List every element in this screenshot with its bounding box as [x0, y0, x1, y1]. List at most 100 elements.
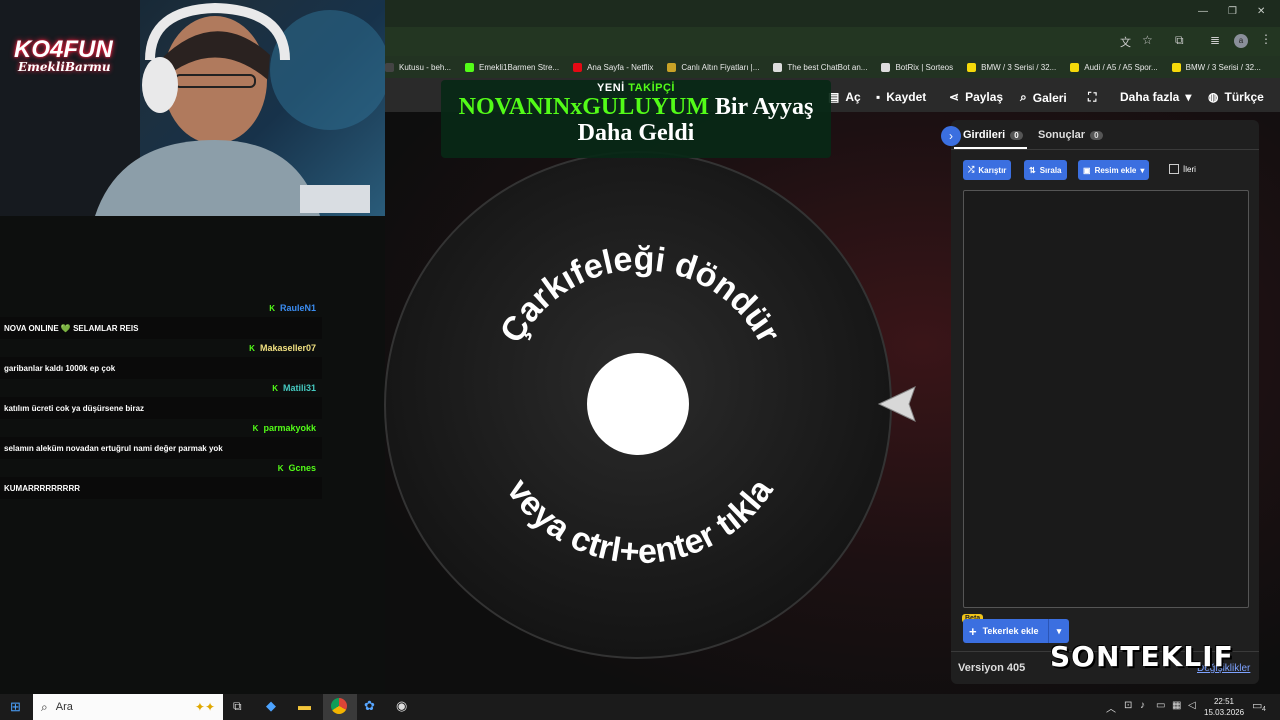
tabs-divider: [951, 149, 1259, 150]
s-icon: [967, 62, 977, 72]
alert-header-accent: TAKİPÇİ: [628, 82, 675, 94]
checkbox-box[interactable]: [1169, 164, 1179, 174]
save-icon: ▪: [876, 90, 881, 104]
profile-avatar[interactable]: a: [1234, 34, 1248, 48]
app-icon-1[interactable]: ◆: [266, 698, 276, 714]
chat-username: Makaseller07: [259, 343, 316, 353]
volume-icon[interactable]: ◁: [1188, 700, 1196, 711]
taskbar-search[interactable]: ⌕ Ara ✦✦: [33, 694, 223, 720]
microphone-icon[interactable]: ♪: [1140, 700, 1145, 711]
media-icon[interactable]: ≣: [1210, 33, 1220, 47]
chatbot-icon: [773, 62, 783, 72]
channel-logo-subtitle: EmekliBarmu: [18, 60, 111, 74]
collapse-panel-button[interactable]: ›: [941, 126, 961, 146]
bookmark-item[interactable]: Kutusu - beh...: [385, 62, 452, 72]
gallery-button[interactable]: ⌕ Galeri: [1020, 90, 1067, 105]
sort-icon: ⇅: [1029, 165, 1036, 175]
kick-icon: K: [277, 463, 284, 473]
chat-username-row: Kparmakyokk: [0, 419, 322, 437]
tab-entries[interactable]: Girdileri 0: [963, 129, 1023, 141]
alert-header: YENİ: [597, 82, 625, 94]
plus-icon: +: [969, 623, 977, 639]
fullscreen-button[interactable]: ⛶: [1088, 90, 1096, 105]
alert-follower-name: NOVANINxGULUYUM: [458, 94, 709, 120]
sort-button[interactable]: ⇅ Sırala: [1024, 160, 1067, 180]
bookmark-label: The best ChatBot an...: [787, 62, 868, 72]
bookmark-item[interactable]: Ana Sayfa - Netflix: [573, 62, 653, 72]
gold-icon: [667, 62, 677, 72]
more-menu-button[interactable]: Daha fazla ▾: [1120, 90, 1191, 104]
entries-panel: › Girdileri 0 Sonuçlar 0 ⤮ Karıştır ⇅ Sıra…: [941, 120, 1259, 684]
s-icon: [1171, 62, 1181, 72]
shuffle-icon: ⤮: [968, 165, 975, 174]
language-select[interactable]: ◍ Türkçe: [1208, 90, 1264, 104]
share-button[interactable]: ⋖ Paylaş: [949, 90, 1003, 104]
kick-icon: K: [272, 383, 278, 393]
file-explorer-icon[interactable]: ▬: [298, 698, 311, 713]
alert-text-line1: Bir Ayyaş: [714, 94, 814, 120]
bookmark-label: Kutusu - beh...: [399, 62, 452, 72]
chat-message: garibanlar kaldı 1000k ep çok: [0, 357, 322, 379]
bookmark-label: Audi / A5 / A5 Spor...: [1084, 62, 1158, 72]
bookmark-label: BMW / 3 Serisi / 32...: [981, 62, 1057, 72]
share-icon: ⋖: [949, 90, 960, 104]
maximize-icon[interactable]: ❐: [1228, 6, 1237, 17]
chat-message: katılım ücreti cok ya düşürsene biraz: [0, 397, 322, 419]
alert-text-line2: Daha Geldi: [577, 120, 695, 146]
chrome-icon[interactable]: [331, 698, 347, 714]
tab-results[interactable]: Sonuçlar 0: [1038, 129, 1103, 141]
kebab-menu-icon[interactable]: ⋮: [1260, 32, 1272, 46]
kick-icon: [465, 62, 475, 72]
chat-username-row: K RauleN1: [0, 299, 322, 317]
add-image-button[interactable]: ▣ Resim ekle ▾: [1078, 160, 1150, 180]
botrix-icon: [881, 62, 891, 72]
kick-icon: K: [252, 423, 259, 433]
chat-username: RauleN1: [279, 303, 316, 313]
bookmark-item[interactable]: BMW / 3 Serisi / 32...: [967, 62, 1057, 72]
bookmark-item[interactable]: Emekli1Barmen Stre...: [465, 62, 559, 72]
image-icon: ▣: [1083, 165, 1091, 175]
bookmark-item[interactable]: BotRix | Sorteos: [881, 62, 953, 72]
chat-username-row: K Matili31: [0, 379, 322, 397]
bookmark-item[interactable]: Audi / A5 / A5 Spor...: [1070, 62, 1158, 72]
search-icon: ⌕: [1020, 90, 1027, 104]
tray-icon-2[interactable]: ▭: [1156, 700, 1165, 711]
webcam-scene: [0, 0, 385, 216]
bookmarks-bar: Kutusu - beh... Emekli1Barmen Stre... Ana …: [385, 56, 1280, 78]
spin-wheel[interactable]: Çarkıfeleği döndür veya ctrl+enter tıkla: [380, 150, 900, 670]
bookmark-item[interactable]: The best ChatBot an...: [773, 62, 868, 72]
obs-icon[interactable]: ◉: [396, 698, 407, 714]
chat-username-row: K Gcnes: [0, 459, 322, 477]
extensions-icon[interactable]: ⧉: [1175, 33, 1184, 48]
tray-chevron-icon[interactable]: ︿: [1106, 700, 1116, 715]
app-icon-2[interactable]: ✿: [364, 698, 375, 714]
clock[interactable]: 22:51 15.03.2026: [1204, 696, 1244, 718]
entries-textarea[interactable]: [963, 190, 1249, 608]
notifications-icon[interactable]: ▭: [1252, 699, 1262, 712]
open-button[interactable]: ▤ Aç: [828, 90, 861, 104]
close-icon[interactable]: ✕: [1257, 6, 1265, 17]
search-icon: ⌕: [41, 699, 48, 714]
search-placeholder: Ara: [55, 701, 73, 713]
bookmark-star-icon[interactable]: ☆: [1142, 33, 1153, 47]
save-button[interactable]: ▪ Kaydet: [876, 90, 926, 104]
chat-message: NOVA ONLINE 💚 SELAMLAR REIS: [0, 317, 322, 339]
tray-icon-1[interactable]: ⊡: [1124, 700, 1132, 711]
kick-icon: K: [269, 303, 275, 313]
translate-icon[interactable]: ⽂: [1120, 34, 1131, 50]
network-icon[interactable]: ▦: [1172, 700, 1181, 711]
s-icon: [1070, 62, 1080, 72]
fullscreen-icon: ⛶: [1088, 90, 1097, 104]
bookmark-label: Canlı Altın Fiyatları |...: [681, 62, 760, 72]
shuffle-button[interactable]: ⤮ Karıştır: [963, 160, 1012, 180]
bookmark-item[interactable]: BMW / 3 Serisi / 32...: [1171, 62, 1261, 72]
task-view-icon[interactable]: ⧉: [233, 699, 242, 714]
chat-username-row: K Makaseller07: [0, 339, 322, 357]
advanced-checkbox[interactable]: İleri: [1169, 164, 1196, 174]
chat-message: KUMARRRRRRRRR: [0, 477, 322, 499]
windows-start-icon[interactable]: ⊞: [10, 699, 21, 715]
wheel-center-button[interactable]: [587, 353, 689, 455]
minimize-icon[interactable]: —: [1198, 6, 1208, 17]
bookmark-item[interactable]: Canlı Altın Fiyatları |...: [667, 62, 760, 72]
notification-count-badge: 4: [1262, 706, 1266, 713]
